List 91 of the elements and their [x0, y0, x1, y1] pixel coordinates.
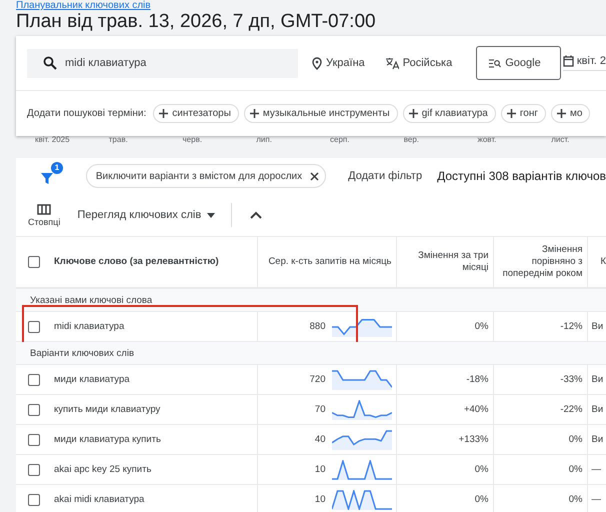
timeline-label: вер.	[404, 136, 420, 144]
trend-sparkline	[332, 370, 392, 390]
cell-text: —	[592, 464, 601, 475]
timeline-label: трав.	[108, 136, 128, 144]
chevron-up-icon	[250, 211, 262, 219]
keyword-text: миди клавиатура купить	[54, 434, 161, 445]
close-icon[interactable]	[310, 172, 320, 180]
search-list-icon	[489, 58, 502, 68]
cell-text: Ви	[592, 321, 604, 332]
group-label: Варіанти ключових слів	[30, 348, 134, 358]
search-volume: 880	[310, 321, 326, 332]
timeline-label: черв.	[182, 136, 202, 144]
add-filter-button[interactable]: Додати фільтр	[348, 170, 422, 182]
search-volume: 40	[314, 434, 326, 445]
cell-text: —	[592, 494, 601, 505]
cell-text: Ви	[592, 404, 604, 415]
column-header[interactable]: Ключове слово (за релевантністю)	[54, 256, 219, 268]
page-title: План від трав. 13, 2026, 7 дп, GMT-07:00	[16, 11, 377, 33]
row-checkbox[interactable]	[28, 320, 40, 332]
search-volume: 720	[310, 374, 326, 385]
timeline-label: лип.	[256, 136, 272, 144]
breadcrumb-link[interactable]: Планувальник ключових слів	[16, 0, 151, 11]
keyword-suggestion-chip[interactable]: гонг	[500, 104, 546, 123]
search-volume: 10	[314, 464, 326, 475]
filter-icon	[40, 170, 54, 186]
date-range-field[interactable]: квіт. 2	[562, 55, 606, 71]
timeline-label: лист.	[551, 136, 570, 144]
plus-icon	[557, 109, 566, 118]
cell-text: Ви	[592, 434, 604, 445]
filter-count-badge: 1	[51, 162, 63, 174]
row-checkbox[interactable]	[28, 494, 40, 506]
search-volume: 10	[314, 494, 326, 505]
columns-icon	[37, 204, 52, 214]
year-over-year-change: -12%	[560, 321, 582, 332]
results-summary: Доступні 308 варіантів ключов	[437, 169, 606, 183]
group-label: Указані вами ключові слова	[30, 294, 152, 306]
keyword-text: akai midi клавиатура	[54, 494, 144, 505]
year-over-year-change: 0%	[568, 494, 582, 505]
select-all-checkbox[interactable]	[28, 256, 40, 268]
row-checkbox[interactable]	[28, 464, 40, 476]
cell-text: Ви	[592, 374, 604, 385]
keyword-text: akai apc key 25 купить	[54, 464, 152, 475]
row-checkbox[interactable]	[28, 434, 40, 446]
keyword-text: купить миди клавиатуру	[54, 404, 160, 415]
three-month-change: 0%	[474, 464, 488, 475]
year-over-year-change: 0%	[568, 434, 582, 445]
plus-icon	[506, 109, 516, 118]
caret-icon	[207, 212, 216, 218]
timeline-label: серп.	[330, 136, 350, 144]
trend-sparkline	[332, 430, 392, 450]
translate-icon[interactable]	[384, 56, 399, 70]
network-selector[interactable]: Google	[476, 46, 561, 80]
keyword-text: midi клавиатура	[54, 321, 124, 332]
column-header[interactable]: К	[592, 256, 606, 268]
location-pin-icon[interactable]	[312, 56, 322, 70]
plus-icon	[408, 109, 418, 118]
three-month-change: 0%	[474, 321, 488, 332]
three-month-change: 0%	[474, 494, 488, 505]
keyword-suggestion-chip[interactable]: мо	[551, 104, 590, 123]
language-label[interactable]: Російська	[402, 57, 452, 69]
keyword-suggestion-chip[interactable]: музыкальные инструменты	[244, 104, 398, 123]
three-month-change: -18%	[466, 374, 488, 385]
add-terms-label: Додати пошукові терміни:	[27, 108, 146, 119]
year-over-year-change: 0%	[568, 464, 582, 475]
trend-sparkline	[332, 400, 392, 420]
keyword-suggestion-chip[interactable]: синтезаторы	[153, 104, 239, 123]
filter-button[interactable]: 1	[40, 162, 62, 186]
row-checkbox[interactable]	[28, 404, 40, 416]
calendar-icon	[562, 55, 574, 67]
timeline-label: жовт.	[478, 136, 496, 144]
trend-sparkline	[332, 316, 392, 336]
plus-icon	[159, 109, 168, 118]
search-volume: 70	[314, 404, 326, 415]
timeline-label: квіт. 2025	[35, 136, 70, 144]
trend-sparkline	[332, 490, 392, 510]
collapse-button[interactable]	[250, 211, 262, 219]
view-dropdown[interactable]: Перегляд ключових слів	[77, 209, 216, 221]
year-over-year-change: -22%	[560, 404, 582, 415]
search-icon	[43, 56, 57, 70]
filter-chip[interactable]: Виключити варіанти з вмістом для дорослих	[86, 164, 326, 188]
trend-sparkline	[332, 460, 392, 480]
plus-icon	[250, 109, 259, 118]
three-month-change: +40%	[464, 404, 488, 415]
search-field[interactable]: midi клавиатура	[27, 48, 298, 78]
keyword-suggestion-chip[interactable]: gif клавиатура	[402, 104, 496, 123]
columns-button[interactable]: Стовпці	[28, 204, 60, 226]
three-month-change: +133%	[458, 434, 488, 445]
location-label[interactable]: Україна	[326, 57, 365, 69]
row-checkbox[interactable]	[28, 374, 40, 386]
keyword-text: миди клавиатура	[54, 374, 130, 385]
year-over-year-change: -33%	[560, 374, 582, 385]
